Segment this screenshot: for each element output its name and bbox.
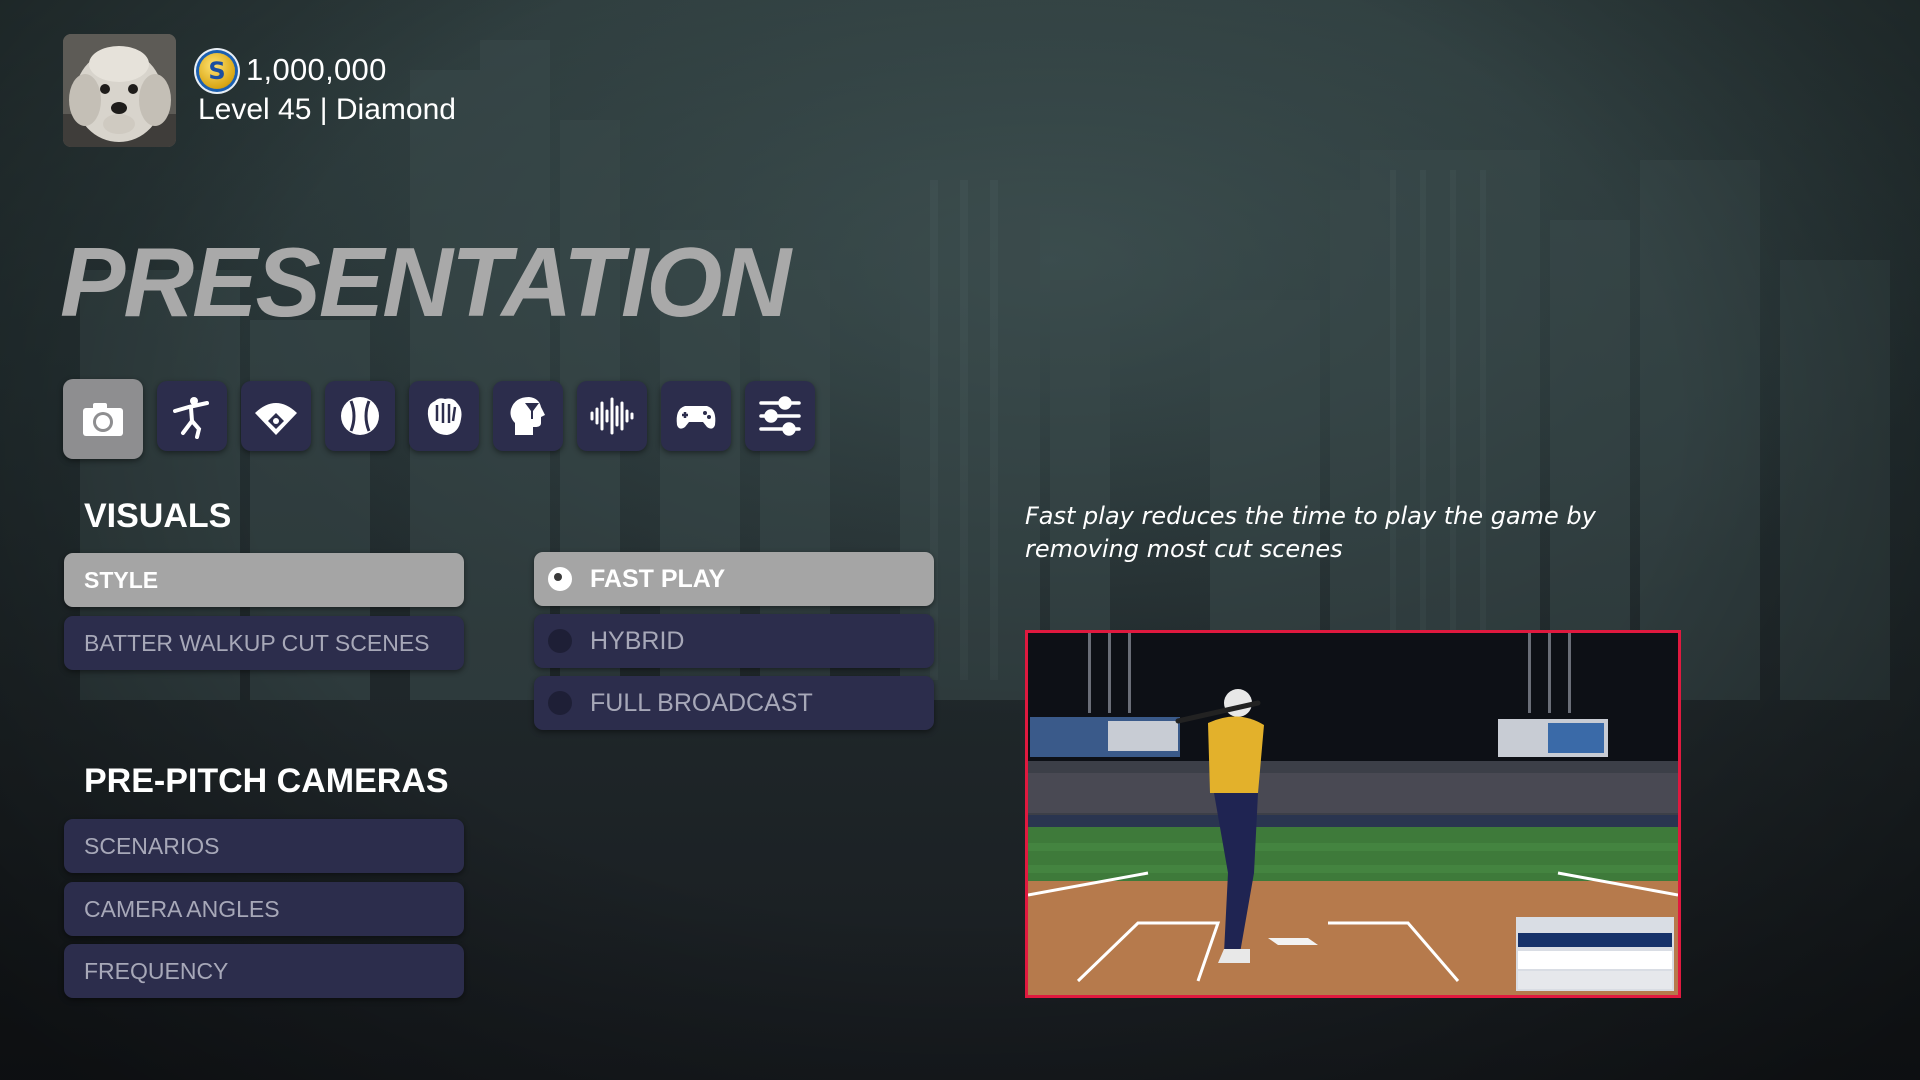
avatar[interactable]: [63, 34, 176, 147]
tab-strategy[interactable]: [493, 381, 563, 451]
menu-item-camera-angles[interactable]: CAMERA ANGLES: [64, 882, 464, 936]
camera-icon: [83, 403, 123, 436]
preview-image: [1025, 630, 1681, 998]
menu-item-frequency[interactable]: FREQUENCY: [64, 944, 464, 998]
baseball-field-icon: [255, 403, 297, 435]
tab-baseball[interactable]: [325, 381, 395, 451]
presentation-settings-screen: S 1,000,000 Level 45 | Diamond PRESENTAT…: [0, 0, 1920, 1080]
controller-icon: [676, 406, 716, 429]
option-full-broadcast[interactable]: FULL BROADCAST: [534, 676, 934, 730]
tab-camera[interactable]: [63, 379, 143, 459]
pre-pitch-cameras-section-title: PRE-PITCH CAMERAS: [84, 762, 449, 800]
player-level: Level 45 | Diamond: [198, 93, 456, 126]
category-tabs: [63, 379, 815, 459]
radio-selected-icon: [548, 567, 572, 591]
radio-unselected-icon: [548, 691, 572, 715]
glove-icon: [427, 398, 462, 435]
strategy-head-icon: [510, 397, 545, 435]
option-fast-play[interactable]: FAST PLAY: [534, 552, 934, 606]
stubs-coin-icon: S: [199, 53, 235, 89]
menu-item-style[interactable]: STYLE: [64, 553, 464, 607]
audio-waveform-icon: [590, 397, 634, 435]
radio-unselected-icon: [548, 629, 572, 653]
option-label: FAST PLAY: [590, 564, 726, 593]
page-title: PRESENTATION: [60, 227, 791, 337]
batter-icon: [173, 397, 209, 439]
tab-batting[interactable]: [157, 381, 227, 451]
tab-fielding[interactable]: [409, 381, 479, 451]
gameplay-preview-scene: [1028, 633, 1678, 995]
tab-field[interactable]: [241, 381, 311, 451]
option-hybrid[interactable]: HYBRID: [534, 614, 934, 668]
tab-controls[interactable]: [661, 381, 731, 451]
menu-item-batter-walkup-cut-scenes[interactable]: BATTER WALKUP CUT SCENES: [64, 616, 464, 670]
option-label: FULL BROADCAST: [590, 688, 813, 717]
baseball-icon: [341, 397, 379, 435]
visuals-section-title: VISUALS: [84, 497, 232, 535]
option-label: HYBRID: [590, 626, 685, 655]
currency-balance: 1,000,000: [246, 52, 387, 87]
option-description: Fast play reduces the time to play the g…: [1025, 502, 1596, 563]
dog-avatar-image: [63, 34, 176, 147]
menu-item-scenarios[interactable]: SCENARIOS: [64, 819, 464, 873]
sliders-icon: [759, 396, 801, 436]
tab-audio[interactable]: [577, 381, 647, 451]
tab-settings[interactable]: [745, 381, 815, 451]
